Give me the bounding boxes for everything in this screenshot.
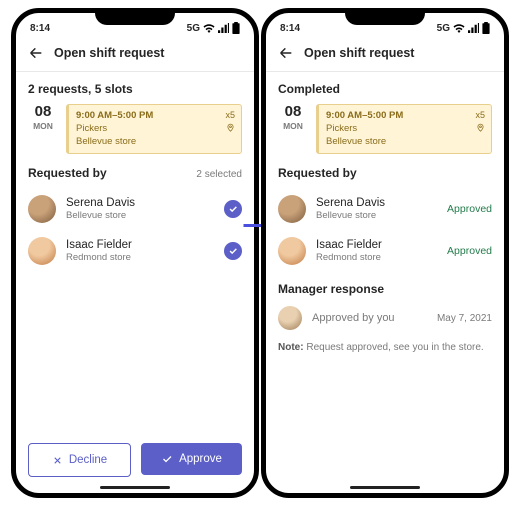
location-pin-icon <box>226 123 235 132</box>
person-name: Isaac Fielder <box>66 239 214 251</box>
status-icons: 5G <box>187 22 240 34</box>
page-header: Open shift request <box>16 39 254 72</box>
page-title: Open shift request <box>54 46 164 60</box>
selected-count: 2 selected <box>196 169 242 180</box>
date-dow: MON <box>278 121 308 131</box>
phone-before: 8:14 5G Open shift request 2 requests, 5… <box>11 8 259 498</box>
person-row[interactable]: Isaac Fielder Redmond store <box>28 230 242 272</box>
shift-multiplier: x5 <box>225 109 235 121</box>
home-indicator <box>100 486 170 489</box>
avatar <box>28 237 56 265</box>
approve-label: Approve <box>179 453 222 465</box>
phone-after: 8:14 5G Open shift request Completed 08 … <box>261 8 509 498</box>
battery-icon <box>482 22 490 34</box>
shift-row: 08 MON 9:00 AM–5:00 PM Pickers Bellevue … <box>28 104 242 154</box>
shift-location: Bellevue store <box>76 136 234 149</box>
requested-by-header: Requested by 2 selected <box>28 166 242 180</box>
check-icon <box>228 204 238 214</box>
check-icon <box>161 453 173 465</box>
date-column: 08 MON <box>28 104 58 154</box>
selection-check[interactable] <box>224 242 242 260</box>
manager-note: Note: Request approved, see you in the s… <box>278 342 492 353</box>
person-name: Serena Davis <box>316 197 437 209</box>
status-network: 5G <box>187 23 200 34</box>
avatar <box>278 195 306 223</box>
wifi-icon <box>203 23 215 33</box>
requested-by-heading: Requested by <box>278 166 357 180</box>
shift-card[interactable]: 9:00 AM–5:00 PM Pickers Bellevue store x… <box>316 104 492 154</box>
status-icons: 5G <box>437 22 490 34</box>
home-indicator <box>350 486 420 489</box>
manager-response-heading: Manager response <box>278 282 492 296</box>
shift-time: 9:00 AM–5:00 PM <box>326 110 484 123</box>
status-time: 8:14 <box>280 23 300 34</box>
date-day: 08 <box>278 104 308 119</box>
x-icon <box>52 455 63 466</box>
decline-label: Decline <box>69 454 107 466</box>
phone-notch <box>95 13 175 25</box>
person-store: Redmond store <box>66 252 214 263</box>
note-text: Request approved, see you in the store. <box>306 342 483 353</box>
approve-button[interactable]: Approve <box>141 443 242 475</box>
status-time: 8:14 <box>30 23 50 34</box>
shift-time: 9:00 AM–5:00 PM <box>76 110 234 123</box>
selection-check[interactable] <box>224 200 242 218</box>
approval-status: Approved <box>447 203 492 215</box>
person-row[interactable]: Serena Davis Bellevue store Approved <box>278 188 492 230</box>
person-row[interactable]: Serena Davis Bellevue store <box>28 188 242 230</box>
person-name: Serena Davis <box>66 197 214 209</box>
date-column: 08 MON <box>278 104 308 154</box>
page-header: Open shift request <box>266 39 504 72</box>
shift-role: Pickers <box>76 123 234 136</box>
shift-role: Pickers <box>326 123 484 136</box>
date-day: 08 <box>28 104 58 119</box>
summary-text: 2 requests, 5 slots <box>28 72 242 104</box>
manager-status: Approved by you <box>312 312 427 324</box>
back-icon[interactable] <box>278 45 294 61</box>
person-row[interactable]: Isaac Fielder Redmond store Approved <box>278 230 492 272</box>
date-dow: MON <box>28 121 58 131</box>
signal-icon <box>468 23 479 33</box>
person-store: Bellevue store <box>316 210 437 221</box>
wifi-icon <box>453 23 465 33</box>
requested-by-header: Requested by <box>278 166 492 180</box>
approval-status: Approved <box>447 245 492 257</box>
avatar <box>28 195 56 223</box>
shift-multiplier: x5 <box>475 109 485 121</box>
page-title: Open shift request <box>304 46 414 60</box>
location-pin-icon <box>476 123 485 132</box>
avatar <box>278 237 306 265</box>
person-store: Bellevue store <box>66 210 214 221</box>
action-bar: Decline Approve <box>28 443 242 477</box>
phone-notch <box>345 13 425 25</box>
shift-row: 08 MON 9:00 AM–5:00 PM Pickers Bellevue … <box>278 104 492 154</box>
person-store: Redmond store <box>316 252 437 263</box>
summary-text: Completed <box>278 72 492 104</box>
decline-button[interactable]: Decline <box>28 443 131 477</box>
manager-response-row: Approved by you May 7, 2021 <box>278 302 492 334</box>
signal-icon <box>218 23 229 33</box>
manager-avatar <box>278 306 302 330</box>
status-network: 5G <box>437 23 450 34</box>
shift-card[interactable]: 9:00 AM–5:00 PM Pickers Bellevue store x… <box>66 104 242 154</box>
note-label: Note: <box>278 342 304 353</box>
person-name: Isaac Fielder <box>316 239 437 251</box>
battery-icon <box>232 22 240 34</box>
back-icon[interactable] <box>28 45 44 61</box>
requested-by-heading: Requested by <box>28 166 107 180</box>
check-icon <box>228 246 238 256</box>
shift-location: Bellevue store <box>326 136 484 149</box>
manager-date: May 7, 2021 <box>437 313 492 324</box>
